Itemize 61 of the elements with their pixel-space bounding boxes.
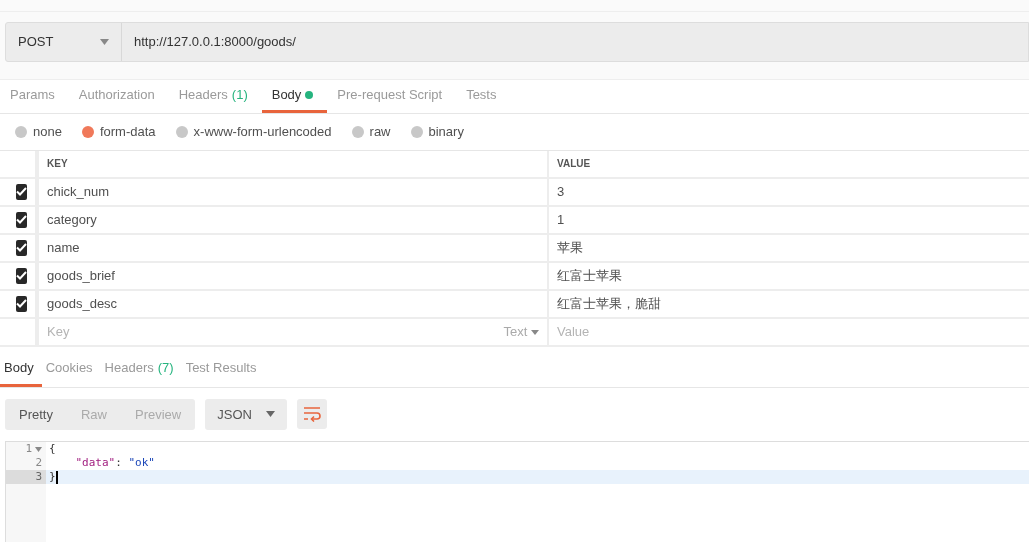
tab-label: Authorization [78,86,155,105]
value-cell[interactable]: 1 [557,209,565,230]
tab[interactable]: Body [0,352,42,387]
radio-button[interactable] [81,125,94,138]
value-cell[interactable]: 3 [557,181,565,202]
view-mode-button[interactable]: Pretty [5,398,67,430]
line-number: 1 [25,442,32,456]
radio-label: x-www-form-urlencoded [193,123,332,141]
key-cell[interactable]: goods_brief [47,265,115,286]
checkbox[interactable] [16,295,27,312]
radio-option[interactable]: x-www-form-urlencoded [175,122,332,142]
tab-label: Body [271,86,302,105]
radio-button[interactable] [410,125,423,138]
checkbox[interactable] [16,239,27,256]
column-header: VALUE [557,157,591,171]
tab-label: Body [4,359,34,378]
code-token: "ok" [128,456,155,470]
code-token: } [49,470,56,484]
tab-label: Headers [104,359,154,378]
radio-button[interactable] [175,125,188,138]
radio-button[interactable] [351,125,364,138]
key-cell[interactable]: goods_desc [47,293,118,314]
caret-icon [531,329,539,335]
tab-label: Headers [178,86,228,105]
column-header: KEY [47,157,68,171]
wrap-lines-button[interactable] [296,398,327,429]
key-cell[interactable]: category [47,209,97,230]
tab-label: Cookies [45,359,93,378]
radio-option[interactable]: raw [351,122,391,142]
value-cell[interactable]: 苹果 [557,237,583,258]
radio-option[interactable]: none [15,122,62,142]
line-number: 2 [35,456,42,470]
wrap-icon [302,405,321,422]
tab-label: Test Results [185,359,257,378]
radio-label: form-data [99,123,156,141]
caret-icon [265,411,275,418]
radio-option[interactable]: binary [410,122,464,142]
radio-option[interactable]: form-data [81,122,156,142]
tab-label: Pre-request Script [337,86,443,105]
tab[interactable]: Body [261,80,328,113]
count-label: (1) [231,86,248,105]
checkbox[interactable] [16,183,27,200]
code-token: "data" [74,456,116,470]
tab-label: Params [10,86,55,105]
fold-caret-icon[interactable] [35,446,42,452]
key-cell[interactable]: chick_num [47,181,110,202]
text-cursor [55,471,58,484]
key-cell[interactable]: name [47,237,80,258]
radio-button[interactable] [15,125,27,138]
value-cell[interactable]: 红富士苹果，脆甜 [557,293,661,314]
radio-label: binary [428,123,464,141]
radio-label: none [33,123,62,141]
tab-label: Tests [466,86,497,105]
code-token: : [115,456,123,470]
code-token: { [49,442,56,456]
value-cell[interactable]: 红富士苹果 [557,265,622,286]
format-dropdown[interactable]: JSON [205,398,287,430]
count-label: (7) [157,359,174,378]
checkbox[interactable] [16,211,27,228]
checkbox[interactable] [16,267,27,284]
radio-label: raw [369,123,391,141]
